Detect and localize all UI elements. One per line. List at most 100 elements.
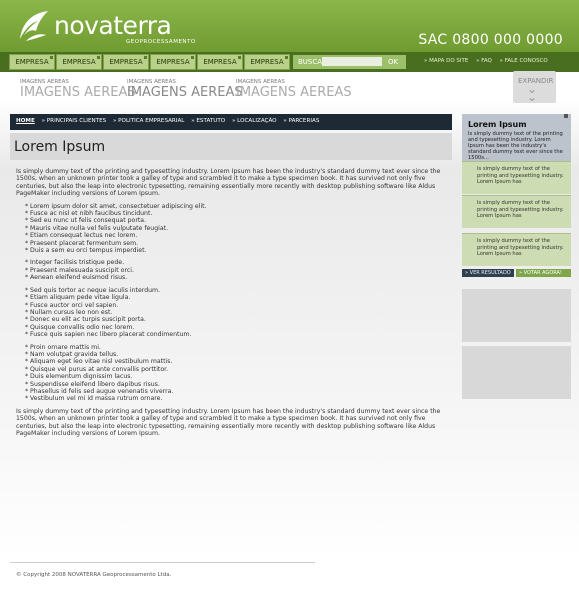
list-item: * Duis a sem eu orci tempus imperdiet. (25, 247, 147, 255)
corner-dot-icon (50, 56, 53, 59)
list-item: * Vestibulum vel mi id massa rutrum orna… (25, 395, 163, 403)
sidebar-item-text: Is simply dummy text of the printing and… (477, 238, 564, 257)
banner-placeholder (462, 346, 571, 399)
images-item[interactable]: IMAGENS AEREAS IMAGENS AEREAS (20, 79, 136, 100)
list-item: * Suspendisse eleifend libero dapibus ri… (25, 380, 160, 388)
list-item: * Aenean eleifend euismod risus. (25, 274, 128, 282)
list-item: * Mauris vitae nulla vel felis vulputate… (25, 224, 169, 232)
sidebar-title: Lorem Ipsum (468, 120, 527, 129)
corner-dot-icon (97, 56, 100, 59)
bullet-list: * Sed quis tortor ac neque iaculis inter… (25, 287, 452, 339)
intro-paragraph: Is simply dummy text of the printing and… (16, 168, 441, 198)
tab-label: EMPRESA (203, 58, 237, 66)
list-item: * Quisque vel purus at ante convallis po… (25, 365, 169, 373)
title-bar: Lorem Ipsum (10, 133, 452, 160)
footer-copyright: © Copyright 2008 NOVATERRA Geoprocessame… (16, 572, 172, 578)
crumb-clients[interactable]: » PRINCIPAIS CLIENTES (42, 118, 107, 124)
crumb-home[interactable]: HOME (16, 118, 35, 124)
search-label: BUSCA (298, 58, 323, 66)
tab-empresa[interactable]: EMPRESA (150, 54, 196, 70)
sidebar-item[interactable]: Is simply dummy text of the printing and… (462, 195, 571, 228)
list-item: * Sed quis tortor ac neque iaculis inter… (25, 286, 161, 294)
tab-label: EMPRESA (156, 58, 190, 66)
chevron-down-icon: ⌄ ⌄ (527, 82, 538, 104)
images-item-big: IMAGENS AEREAS (236, 85, 352, 100)
sidebar-item[interactable]: Is simply dummy text of the printing and… (462, 161, 571, 194)
bullet-list: * Integer facilisis tristique pede. * Pr… (25, 259, 452, 281)
banner-placeholder (462, 289, 571, 342)
list-item: * Praesent malesuada suscipit orci. (25, 266, 134, 274)
search-input[interactable] (322, 57, 382, 66)
images-item-big: IMAGENS AEREAS (127, 85, 243, 100)
brand-subtitle: GEOPROCESSAMENTO (126, 39, 196, 45)
sidebar-item[interactable]: Is simply dummy text of the printing and… (462, 233, 571, 266)
list-item: * Duis elementum dignissim lacus. (25, 373, 133, 381)
crumb-statute[interactable]: » ESTATUTO (191, 118, 225, 124)
view-results-button[interactable]: » VER RESULTADO (462, 269, 514, 277)
list-item: * Fusce quis sapien nec libero placerat … (25, 331, 192, 339)
link-faq[interactable]: » FAQ (476, 58, 492, 64)
list-item: * Integer facilisis tristique pede. (25, 259, 125, 267)
images-item-big: IMAGENS AEREAS (20, 85, 136, 100)
tab-label: EMPRESA (109, 58, 143, 66)
poll-buttons: » VER RESULTADO » VOTAR AGORA! (462, 269, 571, 277)
tab-label: EMPRESA (250, 58, 284, 66)
crumb-policy[interactable]: » POLITICA EMPRESARIAL (113, 118, 184, 124)
vote-now-button[interactable]: » VOTAR AGORA! (516, 269, 571, 277)
images-band: IMAGENS AEREAS IMAGENS AEREAS IMAGENS AE… (10, 74, 570, 104)
list-item: * Donec eu elit ac turpis suscipit porta… (25, 316, 146, 324)
sidebar-desc: Is simply dummy text of the printing and… (468, 131, 563, 161)
sac-phone: SAC 0800 000 0000 (418, 32, 563, 48)
tab-empresa[interactable]: EMPRESA (103, 54, 149, 70)
link-site-map[interactable]: » MAPA DO SITE (424, 58, 468, 64)
list-item: * Lorem ipsum dolor sit amet, consectetu… (25, 202, 207, 210)
images-item[interactable]: IMAGENS AEREAS IMAGENS AEREAS (236, 79, 352, 100)
search-ok-button[interactable]: OK (388, 58, 398, 66)
list-item: * Praesent placerat fermentum sem. (25, 239, 139, 247)
expand-button[interactable]: EXPANDIR ⌄ ⌄ (513, 71, 556, 103)
outro-paragraph: Is simply dummy text of the printing and… (16, 407, 441, 437)
corner-dot-icon (191, 56, 194, 59)
list-item: * Sed eu nunc ut felis consequat porta. (25, 217, 147, 225)
crumb-location[interactable]: » LOCALIZAÇÃO (232, 118, 277, 124)
bullet-list: * Proin ornare mattis mi. * Nam volutpat… (25, 344, 452, 403)
crumb-partners[interactable]: » PARCERIAS (283, 118, 319, 124)
images-item[interactable]: IMAGENS AEREAS IMAGENS AEREAS (127, 79, 243, 100)
breadcrumb: HOME » PRINCIPAIS CLIENTES » POLITICA EM… (10, 114, 452, 130)
corner-dot-icon (144, 56, 147, 59)
list-item: * Nam volutpat gravida tellus. (25, 350, 119, 358)
tab-empresa[interactable]: EMPRESA (197, 54, 243, 70)
tab-label: EMPRESA (15, 58, 49, 66)
corner-icon (564, 114, 568, 118)
list-item: * Phasellus id felis sed augue venenatis… (25, 387, 174, 395)
tab-empresa[interactable]: EMPRESA (244, 54, 290, 70)
list-item: * Proin ornare mattis mi. (25, 343, 101, 351)
list-item: * Etiam aliquam pede vitae ligula. (25, 294, 131, 302)
corner-dot-icon (238, 56, 241, 59)
tab-empresa[interactable]: EMPRESA (56, 54, 102, 70)
tab-empresa[interactable]: EMPRESA (9, 54, 55, 70)
list-item: * Fusce auctor orci vel sapien. (25, 301, 119, 309)
page: novaterra GEOPROCESSAMENTO SAC 0800 000 … (0, 0, 579, 593)
logo[interactable]: novaterra GEOPROCESSAMENTO (14, 7, 196, 47)
list-item: * Fusce ac nisl et nibh faucibus tincidu… (25, 210, 153, 218)
list-item: * Nullam cursus leo non est. (25, 308, 113, 316)
corner-dot-icon (285, 56, 288, 59)
sidebar-item-text: Is simply dummy text of the printing and… (477, 166, 564, 185)
tab-label: EMPRESA (62, 58, 96, 66)
search-box: BUSCA OK (293, 55, 406, 69)
main-content: Is simply dummy text of the printing and… (16, 168, 452, 442)
page-title: Lorem Ipsum (14, 139, 106, 155)
leaf-logo-icon (20, 11, 48, 41)
header: novaterra GEOPROCESSAMENTO SAC 0800 000 … (0, 0, 579, 52)
link-contact[interactable]: » FALE CONOSCO (500, 58, 548, 64)
bullet-list: * Lorem ipsum dolor sit amet, consectetu… (25, 203, 452, 255)
list-item: * Quisque convallis odio nec lorem. (25, 323, 135, 331)
top-nav: EMPRESA EMPRESA EMPRESA EMPRESA EMPRESA … (0, 52, 579, 72)
list-item: * Etiam consequat lectus nec lorem. (25, 232, 138, 240)
sidebar-item-text: Is simply dummy text of the printing and… (477, 200, 564, 219)
sidebar-header: Lorem Ipsum Is simply dummy text of the … (462, 114, 571, 161)
list-item: * Aliquam eget leo vitae nisl vestibulum… (25, 358, 173, 366)
brand-name: novaterra (54, 11, 172, 40)
top-links: » MAPA DO SITE » FAQ » FALE CONOSCO (424, 58, 554, 64)
